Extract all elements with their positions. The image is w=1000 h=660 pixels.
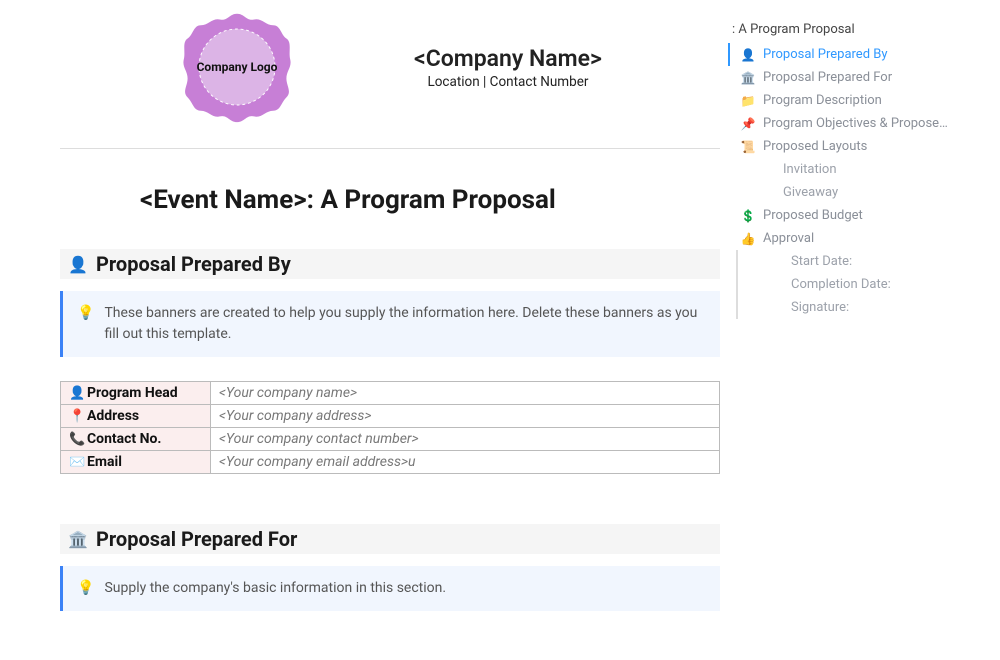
lightbulb-icon: 💡 <box>77 303 94 345</box>
section-title: Proposal Prepared For <box>96 527 297 551</box>
outline-item-label: Proposal Prepared By <box>763 47 888 62</box>
outline-item[interactable]: Giveaway <box>728 181 992 204</box>
company-subtitle: Location | Contact Number <box>414 74 602 90</box>
outline-item[interactable]: Signature: <box>736 296 992 319</box>
outline-item[interactable]: Start Date: <box>736 250 992 273</box>
pin-icon: 📍 <box>69 409 87 424</box>
logo-text: Company Logo <box>180 10 294 124</box>
outline-item-label: Giveaway <box>783 185 838 200</box>
table-row: 📞Contact No. <Your company contact numbe… <box>61 428 720 451</box>
outline-item[interactable]: Completion Date: <box>736 273 992 296</box>
row-value-input[interactable]: <Your company name> <box>211 382 720 405</box>
outline-item-label: Proposal Prepared For <box>763 70 892 85</box>
outline-item[interactable]: 📜 Proposed Layouts <box>728 135 992 158</box>
outline-item-icon: 📜 <box>740 140 756 154</box>
outline-item-icon: 👤 <box>740 48 756 62</box>
outline-item-label: Approval <box>763 231 814 246</box>
info-callout: 💡 These banners are created to help you … <box>60 291 720 357</box>
outline-item-label: Program Objectives & Proposed S… <box>763 116 953 131</box>
outline-item-icon: 💲 <box>740 209 756 223</box>
outline-item-label: Completion Date: <box>791 277 891 292</box>
section-heading-prepared-for: 🏛️ Proposal Prepared For <box>60 524 720 554</box>
outline-item-icon: 👍 <box>740 232 756 246</box>
section-title: Proposal Prepared By <box>96 252 291 276</box>
table-row: 👤Program Head <Your company name> <box>61 382 720 405</box>
outline-item[interactable]: Invitation <box>728 158 992 181</box>
row-label: Address <box>87 408 139 424</box>
document-header: Company Logo <Company Name> Location | C… <box>60 10 720 148</box>
row-label: Contact No. <box>87 431 162 447</box>
outline-item-label: Program Description <box>763 93 882 108</box>
outline-item-label: Proposed Layouts <box>763 139 867 154</box>
person-icon: 👤 <box>68 255 86 274</box>
outline-item[interactable]: 📌 Program Objectives & Proposed S… <box>728 112 992 135</box>
table-row: ✉️Email <Your company email address>u <box>61 451 720 474</box>
divider <box>60 148 720 149</box>
outline-item[interactable]: 🏛️ Proposal Prepared For <box>728 66 992 89</box>
company-name-block: <Company Name> Location | Contact Number <box>414 45 602 90</box>
outline-item[interactable]: 💲 Proposed Budget <box>728 204 992 227</box>
phone-icon: 📞 <box>69 432 87 447</box>
outline-item-label: Invitation <box>783 162 837 177</box>
info-table-prepared-by: 👤Program Head <Your company name> 📍Addre… <box>60 381 720 474</box>
outline-item-label: Proposed Budget <box>763 208 863 223</box>
outline-sidebar: : A Program Proposal 👤 Proposal Prepared … <box>720 0 1000 635</box>
outline-item-icon: 📁 <box>740 94 756 108</box>
lightbulb-icon: 💡 <box>77 578 94 599</box>
company-name: <Company Name> <box>414 45 602 72</box>
document-main: Company Logo <Company Name> Location | C… <box>0 0 720 635</box>
outline-item[interactable]: 👍 Approval <box>728 227 992 250</box>
mail-icon: ✉️ <box>69 455 87 470</box>
outline-item-label: Signature: <box>791 300 849 315</box>
info-callout: 💡 Supply the company's basic information… <box>60 566 720 611</box>
outline-item[interactable]: 📁 Program Description <box>728 89 992 112</box>
section-heading-prepared-by: 👤 Proposal Prepared By <box>60 249 720 279</box>
row-value-input[interactable]: <Your company contact number> <box>211 428 720 451</box>
outline-item-icon: 🏛️ <box>740 71 756 85</box>
outline-item-icon: 📌 <box>740 117 756 131</box>
callout-text: These banners are created to help you su… <box>104 303 706 345</box>
outline-item[interactable]: 👤 Proposal Prepared By <box>728 43 992 66</box>
outline-item-label: Start Date: <box>791 254 852 269</box>
row-label: Email <box>87 454 122 470</box>
row-value-input[interactable]: <Your company address> <box>211 405 720 428</box>
table-row: 📍Address <Your company address> <box>61 405 720 428</box>
building-icon: 🏛️ <box>68 530 86 549</box>
callout-text: Supply the company's basic information i… <box>104 578 446 599</box>
row-label: Program Head <box>87 385 178 401</box>
row-value-input[interactable]: <Your company email address>u <box>211 451 720 474</box>
outline-title: : A Program Proposal <box>728 22 992 37</box>
company-logo-badge: Company Logo <box>180 10 294 124</box>
person-icon: 👤 <box>69 386 87 401</box>
document-title: <Event Name>: A Program Proposal <box>140 185 720 215</box>
